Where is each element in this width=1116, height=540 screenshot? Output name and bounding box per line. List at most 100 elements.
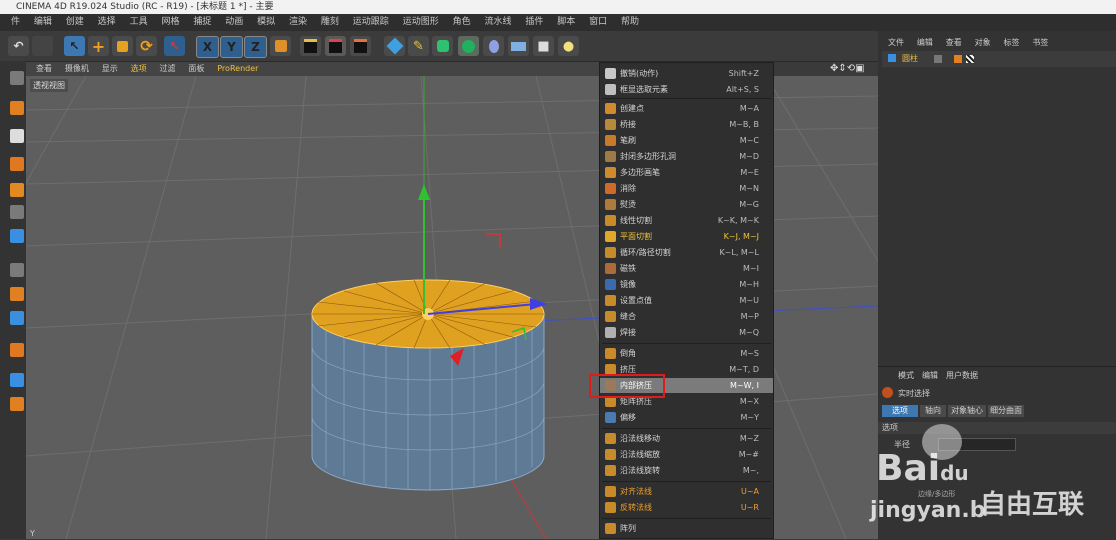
object-row-cylinder[interactable]: 圆柱 <box>882 51 1116 67</box>
viewport-menu-prorender[interactable]: ProRender <box>217 62 258 76</box>
floor-icon[interactable] <box>508 36 529 56</box>
coordinate-system-icon[interactable] <box>270 36 291 56</box>
menu-window[interactable]: 窗口 <box>589 14 607 31</box>
menu-script[interactable]: 脚本 <box>557 14 575 31</box>
menu-item[interactable]: 沿法线移动 M~Z <box>600 431 773 446</box>
menu-item[interactable]: 多边形画笔 M~E <box>600 165 773 180</box>
am-menu-mode[interactable]: 模式 <box>898 370 914 381</box>
undo-icon[interactable]: ↶ <box>8 36 29 56</box>
workplane-icon[interactable] <box>10 129 24 143</box>
material-tag-icon[interactable] <box>966 55 974 63</box>
menu-edit[interactable]: 编辑 <box>34 14 52 31</box>
axis-mode-icon[interactable] <box>10 229 24 243</box>
subdivision-surface-icon[interactable] <box>432 36 453 56</box>
menu-item[interactable]: 阵列 <box>600 521 773 536</box>
move-tool-icon[interactable]: + <box>88 36 109 56</box>
menu-item[interactable]: 对齐法线 U~A <box>600 484 773 499</box>
menu-item[interactable]: 笔刷 M~C <box>600 133 773 148</box>
viewport-menu-panel[interactable]: 面板 <box>188 62 204 76</box>
lock-workplane-icon[interactable] <box>10 311 24 325</box>
menu-item[interactable]: 磁铁 M~I <box>600 261 773 276</box>
menu-tools[interactable]: 工具 <box>130 14 148 31</box>
polygons-mode-icon[interactable] <box>10 205 24 219</box>
menu-create[interactable]: 创建 <box>66 14 84 31</box>
menu-item[interactable]: 撤销(动作) Shift+Z <box>600 66 773 81</box>
menu-item[interactable]: 消除 M~N <box>600 181 773 196</box>
tab-object-axis[interactable]: 对象轴心 <box>948 405 986 417</box>
menu-pipeline[interactable]: 流水线 <box>484 14 511 31</box>
make-editable-icon[interactable] <box>10 71 24 85</box>
array-generator-icon[interactable] <box>458 36 479 56</box>
sculpt-icon[interactable] <box>10 343 24 357</box>
texture-mode-icon[interactable] <box>10 101 24 115</box>
phong-tag-icon[interactable] <box>954 55 962 63</box>
axis-y-button[interactable]: Y <box>220 36 243 58</box>
menu-item[interactable]: 循环/路径切割 K~L, M~L <box>600 245 773 260</box>
menu-item[interactable]: 缝合 M~P <box>600 309 773 324</box>
render-settings-icon[interactable] <box>350 36 371 56</box>
select-tool-icon[interactable]: ↖ <box>64 36 85 56</box>
menu-sculpt[interactable]: 雕刻 <box>321 14 339 31</box>
light-icon[interactable]: ● <box>558 36 579 56</box>
camera-icon[interactable]: ■ <box>533 36 554 56</box>
menu-item[interactable]: 镜像 M~H <box>600 277 773 292</box>
menu-item[interactable]: 桥接 M~B, B <box>600 117 773 132</box>
menu-plugins[interactable]: 插件 <box>525 14 543 31</box>
edges-mode-icon[interactable] <box>10 183 24 197</box>
om-menu-file[interactable]: 文件 <box>888 36 904 50</box>
menu-item[interactable]: 平面切割 K~J, M~J <box>600 229 773 244</box>
am-menu-edit[interactable]: 编辑 <box>922 370 938 381</box>
om-menu-bookmarks[interactable]: 书签 <box>1032 36 1048 50</box>
menu-render[interactable]: 渲染 <box>289 14 307 31</box>
menu-item[interactable]: 沿法线旋转 M~, <box>600 463 773 478</box>
snap-icon[interactable] <box>10 287 24 301</box>
om-menu-tags[interactable]: 标签 <box>1004 36 1020 50</box>
menu-character[interactable]: 角色 <box>453 14 471 31</box>
menu-item[interactable]: 倒角 M~S <box>600 346 773 361</box>
axis-z-button[interactable]: Z <box>244 36 267 58</box>
menu-item[interactable]: 焊接 M~Q <box>600 325 773 340</box>
menu-item[interactable]: 沿法线缩放 M~# <box>600 447 773 462</box>
menu-snap[interactable]: 捕捉 <box>193 14 211 31</box>
pen-spline-icon[interactable]: ✎ <box>408 36 429 56</box>
render-picture-viewer-icon[interactable] <box>325 36 346 56</box>
menu-simulate[interactable]: 模拟 <box>257 14 275 31</box>
menu-item[interactable]: 线性切割 K~K, M~K <box>600 213 773 228</box>
viewport-menu-cameras[interactable]: 摄像机 <box>65 62 89 76</box>
last-tool-icon[interactable]: ↖ <box>164 36 185 56</box>
tab-subdivision[interactable]: 细分曲面 <box>988 405 1024 417</box>
viewport-nav-icons[interactable]: ✥⇕⟲▣ <box>830 63 865 74</box>
viewport-menu-display[interactable]: 显示 <box>102 62 118 76</box>
xref-icon[interactable] <box>10 373 24 387</box>
om-menu-objects[interactable]: 对象 <box>975 36 991 50</box>
menu-item[interactable]: 框显选取元素 Alt+S, S <box>600 82 773 97</box>
menu-item[interactable]: 偏移 M~Y <box>600 410 773 425</box>
menu-item[interactable]: 封闭多边形孔洞 M~D <box>600 149 773 164</box>
menu-animate[interactable]: 动画 <box>225 14 243 31</box>
deformer-icon[interactable] <box>483 36 504 56</box>
menu-item[interactable]: 熨烫 M~G <box>600 197 773 212</box>
axis-x-button[interactable]: X <box>196 36 219 58</box>
viewport-menu-filter[interactable]: 过滤 <box>160 62 176 76</box>
tab-axis[interactable]: 轴向 <box>920 405 946 417</box>
render-view-icon[interactable] <box>300 36 321 56</box>
om-menu-edit[interactable]: 编辑 <box>917 36 933 50</box>
am-menu-userdata[interactable]: 用户数据 <box>946 370 978 381</box>
scale-tool-icon[interactable] <box>112 36 133 56</box>
tweak-mode-icon[interactable] <box>10 263 24 277</box>
menu-file[interactable]: 件 <box>11 14 20 31</box>
menu-select[interactable]: 选择 <box>98 14 116 31</box>
visibility-icon[interactable] <box>934 55 942 63</box>
menu-mograph[interactable]: 运动图形 <box>403 14 439 31</box>
rotate-tool-icon[interactable]: ⟳ <box>136 36 157 56</box>
points-mode-icon[interactable] <box>10 157 24 171</box>
viewport-menu-view[interactable]: 查看 <box>36 62 52 76</box>
cube-primitive-icon[interactable] <box>384 36 405 56</box>
tab-options[interactable]: 选项 <box>882 405 918 417</box>
menu-mesh[interactable]: 网格 <box>161 14 179 31</box>
viewport-menu-options[interactable]: 选项 <box>131 62 147 76</box>
menu-help[interactable]: 帮助 <box>621 14 639 31</box>
menu-motion-tracker[interactable]: 运动跟踪 <box>353 14 389 31</box>
redo-icon[interactable] <box>32 36 53 56</box>
menu-item[interactable]: 创建点 M~A <box>600 101 773 116</box>
